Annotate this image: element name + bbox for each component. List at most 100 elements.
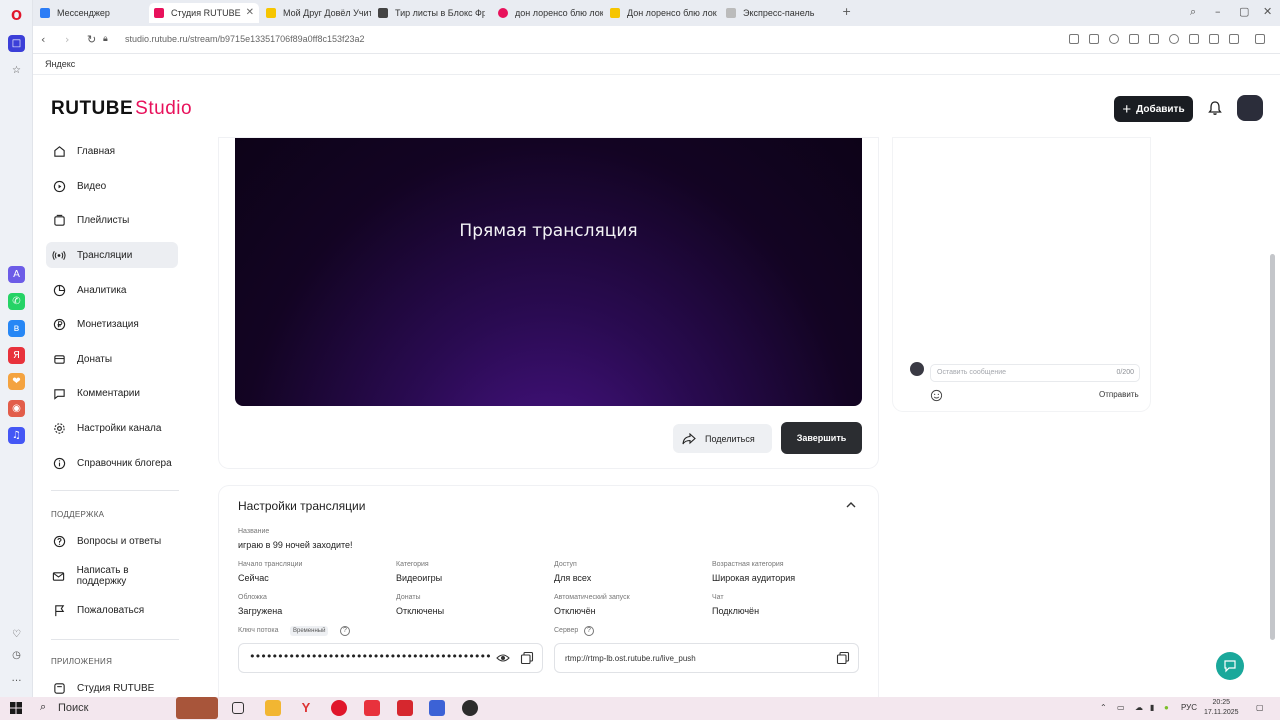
sidebar-item-channel-settings[interactable]: Настройки канала bbox=[46, 415, 178, 441]
shield-icon[interactable] bbox=[1109, 34, 1119, 44]
file-explorer-icon[interactable] bbox=[265, 700, 281, 716]
ai-icon[interactable]: A bbox=[8, 266, 25, 283]
notifications-icon[interactable]: ▢ bbox=[1256, 703, 1264, 712]
workspace-icon[interactable]: □ bbox=[8, 35, 25, 52]
task-view-icon[interactable] bbox=[232, 702, 244, 714]
video-player[interactable]: Прямая трансляция bbox=[235, 138, 862, 406]
copy-icon[interactable] bbox=[836, 651, 850, 665]
sidebar-item-video[interactable]: Видео bbox=[46, 173, 178, 199]
page-scrollbar[interactable] bbox=[1270, 254, 1275, 640]
extension-icon[interactable] bbox=[1129, 34, 1139, 44]
windows-start-icon[interactable] bbox=[10, 702, 22, 714]
security-icon[interactable]: ● bbox=[1164, 703, 1169, 712]
forward-icon[interactable]: › bbox=[65, 33, 69, 46]
heart-icon[interactable]: ♡ bbox=[8, 626, 25, 643]
tab-search-2[interactable]: Дон лоренсо блю лок сл bbox=[605, 3, 717, 23]
settings-icon[interactable] bbox=[1255, 34, 1265, 44]
language-indicator[interactable]: РУС bbox=[1181, 703, 1197, 712]
address-bar: ‹ › ↻ 🔒︎ studio.rutube.ru/stream/b9715e1… bbox=[33, 26, 1280, 54]
tab-messenger[interactable]: Мессенджер bbox=[35, 3, 147, 23]
sidebar-item-blogger-guide[interactable]: Справочник блогера bbox=[46, 450, 178, 476]
chat-avatar bbox=[910, 362, 924, 376]
chevron-up-icon[interactable]: ⌃ bbox=[1100, 703, 1107, 712]
sidebar-item-analytics[interactable]: Аналитика bbox=[46, 277, 178, 303]
taskbar-search[interactable]: Поиск bbox=[58, 702, 88, 714]
bookmarks-bar: Яндекс bbox=[33, 55, 1280, 75]
search-tab-icon bbox=[610, 8, 620, 18]
sidebar-item-comments[interactable]: Комментарии bbox=[46, 380, 178, 406]
new-tab-icon[interactable]: + bbox=[842, 5, 851, 18]
sidebar-item-broadcasts[interactable]: Трансляции bbox=[46, 242, 178, 268]
wallet-icon[interactable] bbox=[1229, 34, 1239, 44]
back-icon[interactable]: ‹ bbox=[41, 33, 45, 46]
favorite-icon[interactable] bbox=[1169, 34, 1179, 44]
sidebar-item-home[interactable]: Главная bbox=[46, 138, 178, 164]
taskbar-clock[interactable]: 20:25 17.11.2025 bbox=[1204, 698, 1239, 718]
music-icon[interactable]: ♫ bbox=[8, 427, 25, 444]
user-avatar[interactable] bbox=[1237, 95, 1263, 121]
play-icon[interactable] bbox=[1149, 34, 1159, 44]
wildberries-icon[interactable] bbox=[397, 700, 413, 716]
sidebar-item-donations[interactable]: Донаты bbox=[46, 346, 178, 372]
sidebar-item-monetization[interactable]: Монетизация bbox=[46, 311, 178, 337]
sidebar-item-playlists[interactable]: Плейлисты bbox=[46, 207, 178, 233]
chat-send-button[interactable]: Отправить bbox=[1099, 390, 1139, 399]
close-tab-icon[interactable]: ✕ bbox=[246, 3, 254, 23]
sidebar-item-faq[interactable]: Вопросы и ответы bbox=[46, 528, 178, 554]
reload-icon[interactable]: ↻ bbox=[87, 33, 96, 46]
yandex-browser-icon[interactable]: Y bbox=[298, 700, 314, 716]
mail-icon bbox=[52, 569, 66, 583]
eye-icon[interactable] bbox=[496, 651, 510, 665]
camera-icon[interactable] bbox=[1089, 34, 1099, 44]
tab-search-1[interactable]: дон лоренсо блю лок - bbox=[493, 3, 603, 23]
maximize-icon[interactable]: ▢ bbox=[1239, 5, 1249, 18]
download-icon[interactable] bbox=[1189, 34, 1199, 44]
yandex-icon[interactable]: Я bbox=[8, 347, 25, 364]
bell-icon[interactable] bbox=[1207, 100, 1223, 116]
cloud-icon[interactable]: ☁ bbox=[1135, 703, 1143, 712]
weather-widget-icon[interactable] bbox=[176, 697, 218, 719]
copy-icon[interactable] bbox=[520, 651, 534, 665]
whatsapp-icon[interactable]: ✆ bbox=[8, 293, 25, 310]
opera-logo-icon[interactable]: O bbox=[8, 8, 25, 25]
rutube-studio-logo[interactable]: RUTUBE Studio bbox=[51, 98, 192, 120]
battery-icon[interactable]: ▮ bbox=[1150, 703, 1154, 712]
search-tabs-icon[interactable]: ⌕ bbox=[1190, 5, 1196, 19]
sidebar-item-report[interactable]: Пожаловаться bbox=[46, 597, 178, 623]
opera-taskbar-icon[interactable] bbox=[331, 700, 347, 716]
chat-message-input[interactable]: Оставить сообщение 0/200 bbox=[930, 364, 1140, 382]
app-icon[interactable]: ◉ bbox=[8, 400, 25, 417]
bookmark-app-icon[interactable]: ❤ bbox=[8, 373, 25, 390]
finish-stream-button[interactable]: Завершить bbox=[781, 422, 862, 454]
history-icon[interactable]: ◷ bbox=[8, 647, 25, 664]
minimize-icon[interactable]: – bbox=[1215, 5, 1221, 18]
stream-key-field[interactable]: ••••••••••••••••••••••••••••••••••••••••… bbox=[238, 643, 543, 673]
menu-icon[interactable] bbox=[1209, 34, 1219, 44]
share-button[interactable]: Поделиться bbox=[673, 424, 772, 453]
app-taskbar-icon[interactable] bbox=[429, 700, 445, 716]
close-window-icon[interactable]: ✕ bbox=[1263, 5, 1272, 18]
sidebar-item-write-support[interactable]: Написать в поддержку bbox=[46, 563, 178, 589]
tab-tier-list[interactable]: Тир листы в Блокс Фрут bbox=[373, 3, 485, 23]
edit-icon[interactable] bbox=[1069, 34, 1079, 44]
tab-video[interactable]: Мой Друг Довёл Учителе bbox=[261, 3, 371, 23]
tab-express-panel[interactable]: Экспресс-панель bbox=[721, 3, 831, 23]
tab-rutube-studio[interactable]: Студия RUTUBE ✕ bbox=[149, 3, 259, 23]
more-icon[interactable]: … bbox=[8, 670, 25, 687]
emoji-icon[interactable] bbox=[930, 389, 943, 402]
url-field[interactable]: studio.rutube.ru/stream/b9715e13351706f8… bbox=[125, 34, 365, 44]
pin-icon[interactable]: ☆ bbox=[8, 62, 25, 79]
server-url-field[interactable]: rtmp://rtmp-lb.ost.rutube.ru/live_push bbox=[554, 643, 859, 673]
stream-key-value: ••••••••••••••••••••••••••••••••••••••••… bbox=[249, 650, 491, 663]
support-chat-button[interactable] bbox=[1216, 652, 1244, 680]
add-button[interactable]: + Добавить bbox=[1114, 96, 1193, 122]
broadcast-icon bbox=[52, 248, 66, 262]
game-icon[interactable] bbox=[462, 700, 478, 716]
vk-icon[interactable]: в bbox=[8, 320, 25, 337]
help-icon[interactable]: ? bbox=[340, 626, 350, 636]
chevron-up-icon[interactable] bbox=[845, 500, 857, 510]
yandex-app-icon[interactable] bbox=[364, 700, 380, 716]
help-icon[interactable]: ? bbox=[584, 626, 594, 636]
network-icon[interactable]: ▭ bbox=[1117, 703, 1125, 712]
bookmark-yandex[interactable]: Яндекс bbox=[45, 59, 75, 69]
